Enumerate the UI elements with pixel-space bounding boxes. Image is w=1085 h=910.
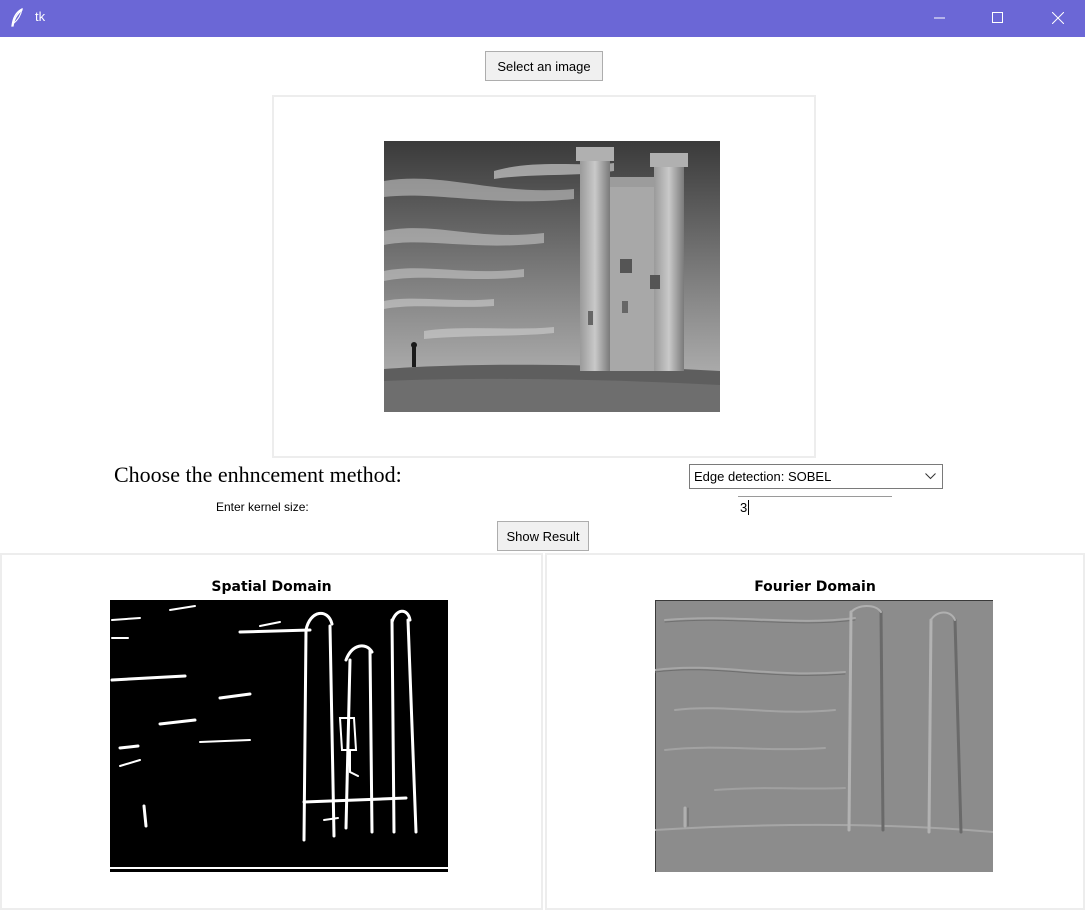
method-label: Choose the enhncement method: bbox=[114, 462, 402, 487]
kernel-size-value: 3 bbox=[740, 500, 750, 515]
show-result-button[interactable]: Show Result bbox=[497, 521, 589, 551]
maximize-button[interactable] bbox=[976, 0, 1022, 37]
spatial-domain-title: Spatial Domain bbox=[211, 579, 332, 595]
kernel-size-input[interactable]: 3 bbox=[738, 496, 892, 518]
minimize-button[interactable] bbox=[918, 0, 964, 37]
select-image-button[interactable]: Select an image bbox=[485, 51, 603, 81]
method-dropdown-value: Edge detection: SOBEL bbox=[694, 469, 832, 484]
fourier-domain-image bbox=[655, 600, 993, 872]
kernel-size-label: Enter kernel size: bbox=[216, 500, 309, 514]
chevron-down-icon bbox=[925, 473, 936, 480]
minimize-icon bbox=[934, 17, 945, 19]
spatial-domain-image bbox=[110, 600, 448, 872]
fourier-domain-panel: Fourier Domain bbox=[545, 553, 1085, 910]
title-bar: tk bbox=[0, 0, 1085, 37]
spatial-domain-panel: Spatial Domain bbox=[0, 553, 543, 910]
close-icon bbox=[1052, 12, 1064, 24]
close-button[interactable] bbox=[1036, 0, 1082, 37]
fourier-domain-title: Fourier Domain bbox=[754, 579, 876, 595]
source-image bbox=[384, 141, 720, 412]
maximize-icon bbox=[992, 12, 1003, 23]
method-dropdown[interactable]: Edge detection: SOBEL bbox=[689, 464, 943, 489]
window-title: tk bbox=[35, 9, 46, 24]
feather-icon bbox=[10, 7, 24, 28]
